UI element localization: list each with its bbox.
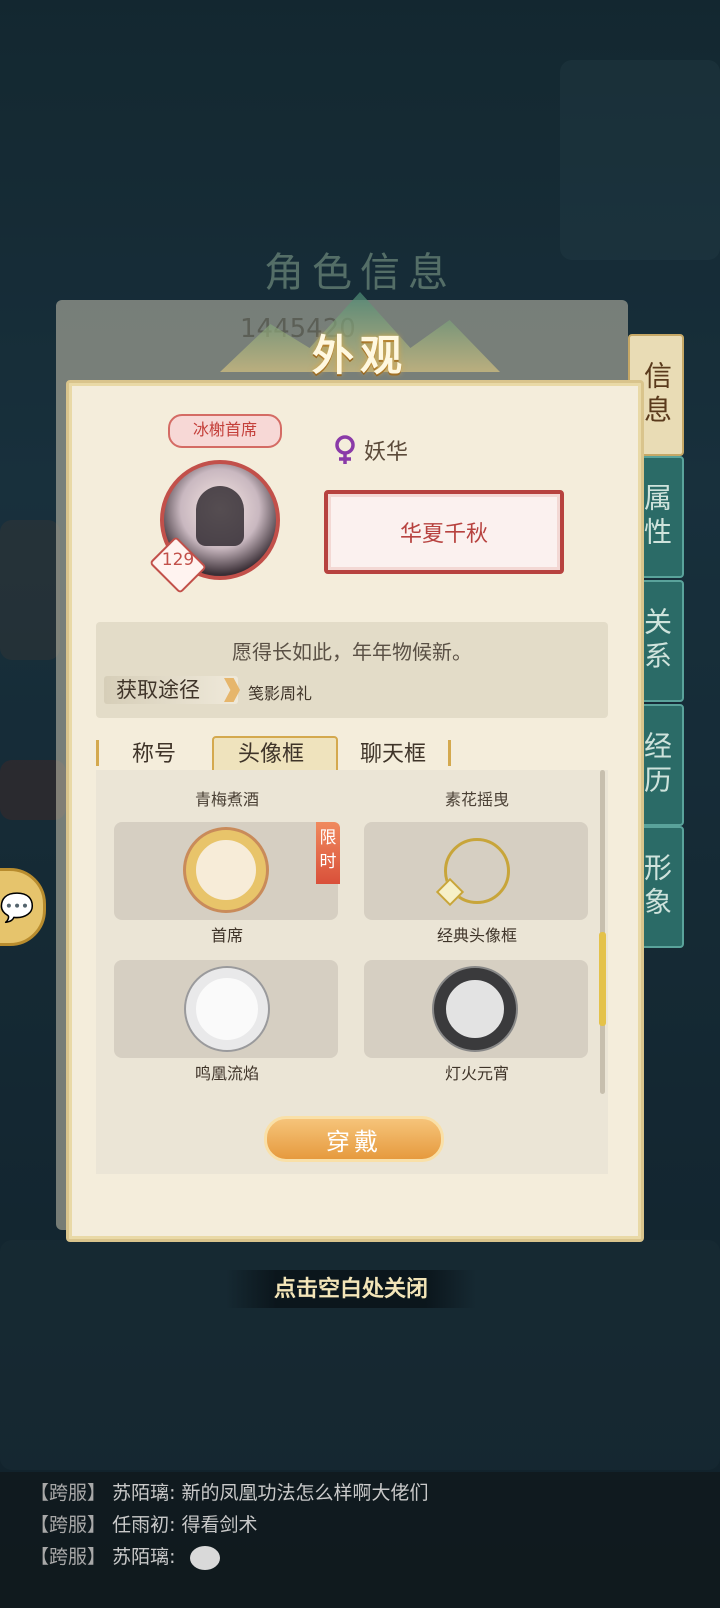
chat-line: 【跨服】 苏陌璃: 新的凤凰功法怎么样啊大佬们 [30,1478,429,1505]
level-text: 129 [161,550,195,570]
tab-divider [96,740,99,766]
close-hint[interactable]: 点击空白处关闭 [226,1270,476,1308]
source-value: 笺影周礼 [248,684,313,703]
description-quote: 愿得长如此，年年物候新。 [232,640,472,664]
tab-title[interactable]: 称号 [132,736,176,768]
item-label: 经典头像框 [436,926,517,945]
rank-badge: 冰榭首席 [168,414,282,448]
underlying-panel-title: 角色信息 [264,250,456,296]
group-label: 青梅煮酒 [194,790,259,809]
source-label: 获取途径 [104,676,238,704]
crying-emoji-icon [189,1545,220,1570]
wear-button[interactable]: 穿戴 [264,1116,444,1162]
limited-tag: 限时 [316,822,340,884]
scrollbar-thumb[interactable] [599,932,606,1026]
character-name: 妖华 [364,440,409,465]
chat-text: 苏陌璃: 新的凤凰功法怎么样啊大佬们 [112,1482,429,1504]
chat-text: 任雨初: 得看剑术 [112,1514,258,1536]
chat-line: 【跨服】 任雨初: 得看剑术 [30,1510,258,1537]
item-label: 灯火元宵 [444,1064,509,1083]
tab-avatar-frame[interactable]: 头像框 [238,736,304,768]
title-plaque: 华夏千秋 [324,490,564,574]
female-icon [335,435,355,464]
item-label: 鸣凰流焰 [194,1064,259,1083]
chat-channel: 【跨服】 [30,1482,107,1504]
tab-chat-frame[interactable]: 聊天框 [360,736,426,768]
modal-title: 外观 [311,331,408,380]
lantern-frame-icon [434,968,516,1050]
group-label: 素花摇曳 [444,790,509,809]
gold-frame-icon [186,830,266,910]
chat-line: 【跨服】 苏陌璃: [30,1542,220,1570]
item-label: 首席 [210,926,243,945]
chat-text: 苏陌璃: [112,1546,176,1568]
chat-channel: 【跨服】 [30,1546,107,1568]
tab-divider [448,740,451,766]
chat-channel: 【跨服】 [30,1514,107,1536]
silver-frame-icon [186,968,268,1050]
